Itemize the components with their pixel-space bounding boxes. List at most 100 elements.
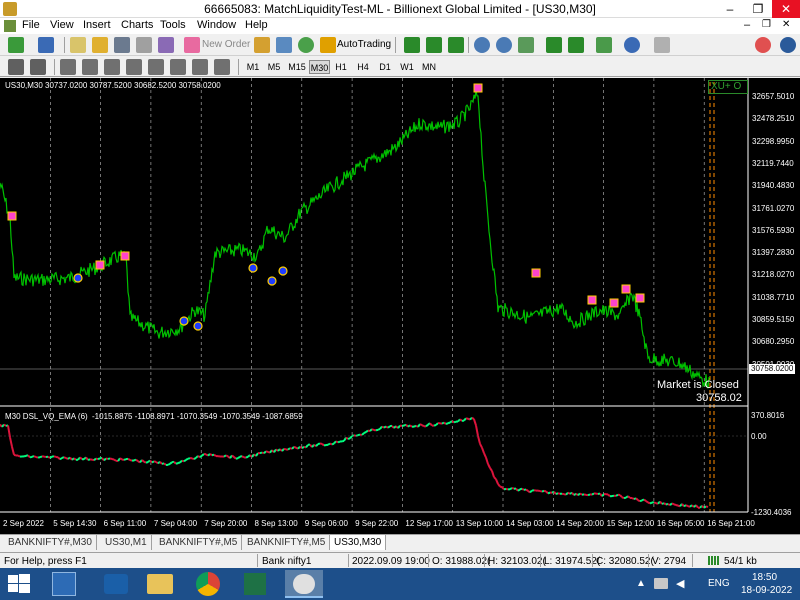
network-icon[interactable] [654,578,668,589]
market-watch-icon[interactable] [70,37,86,53]
buy-marker[interactable] [248,263,258,273]
chart-shift-icon[interactable] [546,37,562,53]
buy-marker[interactable] [278,266,288,276]
menu-help[interactable]: Help [245,19,268,31]
zoom-out-icon[interactable] [496,37,512,53]
close-button[interactable]: ✕ [772,0,800,18]
buy-marker[interactable] [179,316,189,326]
tab-banknifty-m5[interactable]: BANKNIFTY#,M5 [155,535,243,550]
sell-marker[interactable] [587,295,597,305]
sell-marker[interactable] [473,83,483,93]
text-icon[interactable] [170,59,186,75]
metaeditor-icon[interactable] [254,37,270,53]
timeframe-mn[interactable]: MN [420,60,438,74]
timeframe-h1[interactable]: H1 [332,60,350,74]
sell-marker[interactable] [531,268,541,278]
excel-icon[interactable] [244,573,266,595]
sell-marker[interactable] [609,298,619,308]
profiles-icon[interactable] [38,37,54,53]
indicators-icon[interactable] [596,37,612,53]
restore-button[interactable]: ❐ [744,0,772,18]
tester-icon[interactable] [158,37,174,53]
menu-tools[interactable]: Tools [160,19,186,31]
timeframe-m1[interactable]: M1 [244,60,262,74]
periods-icon[interactable] [624,37,640,53]
server-manager-icon[interactable] [52,572,76,596]
buy-marker[interactable] [267,276,277,286]
ea-badge[interactable]: XU+ O [708,80,748,94]
channel-icon[interactable] [126,59,142,75]
status-profile[interactable]: Bank nifty1 [262,556,311,567]
timeframe-w1[interactable]: W1 [398,60,416,74]
candlestick-icon[interactable] [426,37,442,53]
new-chart-icon[interactable] [8,37,24,53]
start-button[interactable] [8,574,30,594]
sell-marker[interactable] [7,211,17,221]
menu-file[interactable]: File [22,19,40,31]
navigator-icon[interactable] [92,37,108,53]
new-order-button[interactable]: New Order [202,39,250,50]
bar-chart-icon[interactable] [404,37,420,53]
tab-banknifty-m30[interactable]: BANKNIFTY#,M30 [4,535,97,550]
minimize-button[interactable]: – [716,0,744,18]
menu-view[interactable]: View [50,19,74,31]
oscillator-segment [519,487,523,491]
menu-charts[interactable]: Charts [121,19,153,31]
volume-icon[interactable]: ◀ [676,577,684,590]
indicator-axis-bottom: -1230.4036 [751,508,792,517]
chrome-icon[interactable] [196,572,220,596]
powershell-icon[interactable] [104,574,128,594]
signals-icon[interactable] [298,37,314,53]
buy-marker[interactable] [73,273,83,283]
autotrading-icon[interactable] [320,37,336,53]
menu-window[interactable]: Window [197,19,236,31]
sell-marker[interactable] [621,284,631,294]
timeframe-d1[interactable]: D1 [376,60,394,74]
cursor-icon[interactable] [8,59,24,75]
metatrader-task-button[interactable] [285,570,323,598]
timeframe-m5[interactable]: M5 [265,60,283,74]
tile-windows-icon[interactable] [518,37,534,53]
language-indicator[interactable]: ENG [708,578,730,589]
help-icon[interactable] [780,37,796,53]
zoom-in-icon[interactable] [474,37,490,53]
vertical-line-icon[interactable] [60,59,76,75]
clock-date[interactable]: 18-09-2022 [741,585,792,596]
text-label-icon[interactable] [192,59,208,75]
line-chart-icon[interactable] [448,37,464,53]
tab-us30-m1[interactable]: US30,M1 [101,535,152,550]
tab-us30-m30[interactable]: US30,M30 [330,535,387,550]
doc-restore-button[interactable]: ❐ [762,19,771,30]
templates-icon[interactable] [654,37,670,53]
buy-marker[interactable] [193,321,203,331]
doc-close-button[interactable]: ✕ [782,19,790,30]
autotrading-button[interactable]: AutoTrading [337,39,391,50]
clock-time[interactable]: 18:50 [752,572,777,583]
sell-marker[interactable] [120,251,130,261]
sell-marker[interactable] [95,260,105,270]
menu-insert[interactable]: Insert [83,19,111,31]
doc-minimize-button[interactable]: – [744,19,750,31]
alert-icon[interactable] [755,37,771,53]
timeframe-m30[interactable]: M30 [309,60,330,74]
chart-window[interactable]: US30,M30 30737.0200 30787.5200 30682.520… [0,78,800,534]
horizontal-line-icon[interactable] [82,59,98,75]
oscillator-segment [97,457,101,461]
timeframe-m15[interactable]: M15 [287,60,307,74]
file-explorer-icon[interactable] [147,574,173,594]
tray-arrow-icon[interactable]: ▲ [636,578,646,589]
crosshair-icon[interactable] [30,59,46,75]
new-order-icon[interactable] [184,37,200,53]
fibonacci-icon[interactable] [148,59,164,75]
terminal-icon[interactable] [136,37,152,53]
data-window-icon[interactable] [114,37,130,53]
sell-marker[interactable] [635,293,645,303]
timeframe-h4[interactable]: H4 [354,60,372,74]
arrows-icon[interactable] [214,59,230,75]
trendline-icon[interactable] [104,59,120,75]
autoscroll-icon[interactable] [568,37,584,53]
toolbar-separator [238,59,239,75]
options-icon[interactable] [276,37,292,53]
tab-banknifty-m5-2[interactable]: BANKNIFTY#,M5 [243,535,331,550]
oscillator-segment [129,458,133,462]
